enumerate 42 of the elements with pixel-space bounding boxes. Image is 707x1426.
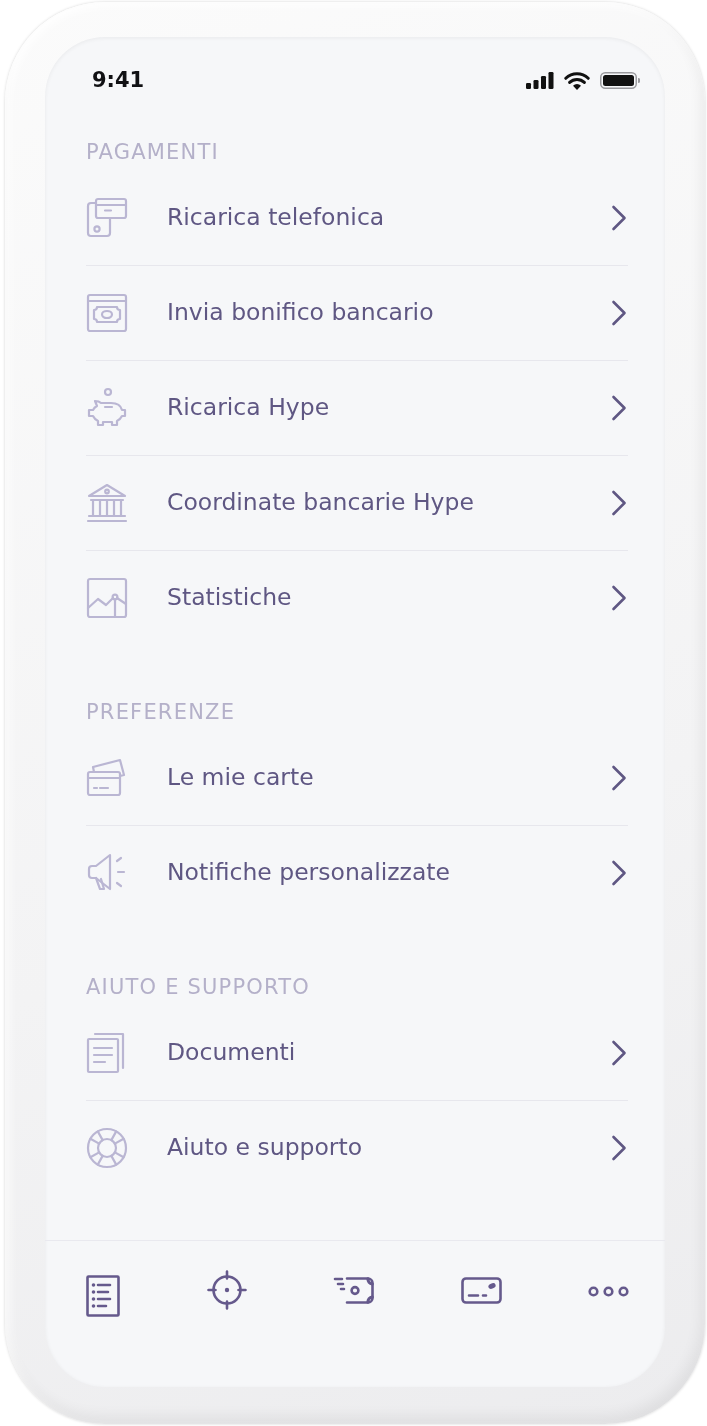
banknote-with-speed-lines-icon (333, 1277, 374, 1304)
wifi-icon (564, 71, 590, 90)
menu-item[interactable]: Coordinate bancarie Hype (86, 456, 628, 551)
chevron-right-icon (611, 1135, 627, 1161)
chevron-right-icon (611, 205, 627, 231)
status-time: 9:41 (92, 67, 145, 94)
card-tab[interactable] (460, 1277, 502, 1304)
chevron-right-icon (611, 395, 627, 421)
cards-icon (86, 757, 128, 799)
chevron-right-icon (611, 765, 627, 791)
chevron-right-icon (611, 300, 627, 326)
battery-icon (600, 72, 640, 89)
document-list-icon (86, 1275, 120, 1317)
more-dots-icon (588, 1286, 629, 1297)
menu-item[interactable]: Le mie carte (86, 731, 628, 826)
piggy-bank-icon (86, 387, 128, 429)
lifebuoy-icon (86, 1127, 128, 1169)
menu-item[interactable]: Aiuto e supporto (86, 1101, 628, 1195)
menu-item[interactable]: Notifiche personalizzate (86, 826, 628, 920)
menu-item[interactable]: Documenti (86, 1006, 628, 1101)
phone-with-card-icon (86, 197, 128, 239)
crosshair-icon (206, 1270, 247, 1310)
transfer-tab[interactable] (333, 1277, 374, 1304)
menu-item[interactable]: Invia bonifico bancario (86, 266, 628, 361)
line-chart-icon (86, 577, 128, 619)
card-icon (460, 1277, 502, 1304)
menu-item[interactable]: Statistiche (86, 551, 628, 645)
list-tab[interactable] (86, 1275, 120, 1317)
section-header: PREFERENZE (86, 700, 237, 724)
banknote-icon (86, 292, 128, 334)
target-tab[interactable] (206, 1270, 247, 1310)
chevron-right-icon (611, 585, 627, 611)
chevron-right-icon (611, 490, 627, 516)
bank-building-icon (86, 482, 128, 524)
menu-item[interactable]: Ricarica telefonica (86, 171, 628, 266)
section-header: PAGAMENTI (86, 140, 220, 164)
chevron-right-icon (611, 1040, 627, 1066)
section-header: AIUTO E SUPPORTO (86, 975, 312, 999)
signal-icon (526, 72, 554, 89)
more-tab[interactable] (588, 1286, 629, 1297)
menu-item[interactable]: Ricarica Hype (86, 361, 628, 456)
chevron-right-icon (611, 860, 627, 886)
